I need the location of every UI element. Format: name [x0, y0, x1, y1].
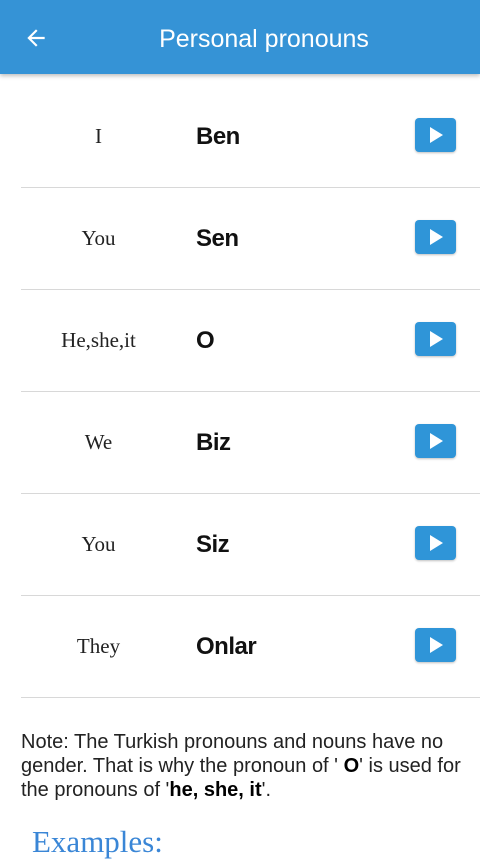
play-audio-button[interactable] — [415, 424, 456, 458]
pronoun-row: I Ben — [21, 86, 480, 188]
play-audio-button[interactable] — [415, 220, 456, 254]
pronoun-row: He,she,it O — [21, 290, 480, 392]
english-pronoun: He,she,it — [61, 328, 136, 352]
play-audio-button[interactable] — [415, 118, 456, 152]
play-icon — [429, 535, 443, 551]
play-icon — [429, 127, 443, 143]
play-audio-button[interactable] — [415, 526, 456, 560]
play-icon — [429, 331, 443, 347]
play-audio-button[interactable] — [415, 628, 456, 662]
note-pronoun: O — [343, 755, 360, 777]
turkish-pronoun: Siz — [196, 531, 230, 558]
turkish-pronoun: Onlar — [196, 633, 257, 660]
turkish-pronoun: O — [196, 327, 215, 354]
pronoun-row: They Onlar — [21, 596, 480, 698]
play-audio-button[interactable] — [415, 322, 456, 356]
examples-heading: Examples: — [32, 824, 163, 859]
pronoun-row: You Sen — [21, 188, 480, 290]
pronoun-list: I Ben You Sen He,she,it O We Biz You Siz… — [0, 86, 480, 698]
english-pronoun: I — [95, 124, 102, 148]
play-icon — [429, 637, 443, 653]
pronoun-row: We Biz — [21, 392, 480, 494]
turkish-pronoun: Sen — [196, 225, 239, 252]
english-pronoun: We — [84, 430, 113, 454]
note-text: '. — [261, 779, 271, 801]
page-title: Personal pronouns — [159, 25, 369, 53]
gender-note: Note: The Turkish pronouns and nouns hav… — [21, 730, 461, 802]
english-pronoun: They — [76, 634, 121, 658]
pronoun-row: You Siz — [21, 494, 480, 596]
play-icon — [429, 433, 443, 449]
turkish-pronoun: Biz — [196, 429, 231, 456]
english-pronoun: You — [81, 532, 116, 556]
note-pronouns: he, she, it — [169, 779, 262, 801]
turkish-pronoun: Ben — [196, 123, 240, 150]
app-bar: Personal pronouns — [0, 0, 480, 74]
play-icon — [429, 229, 443, 245]
english-pronoun: You — [81, 226, 116, 250]
